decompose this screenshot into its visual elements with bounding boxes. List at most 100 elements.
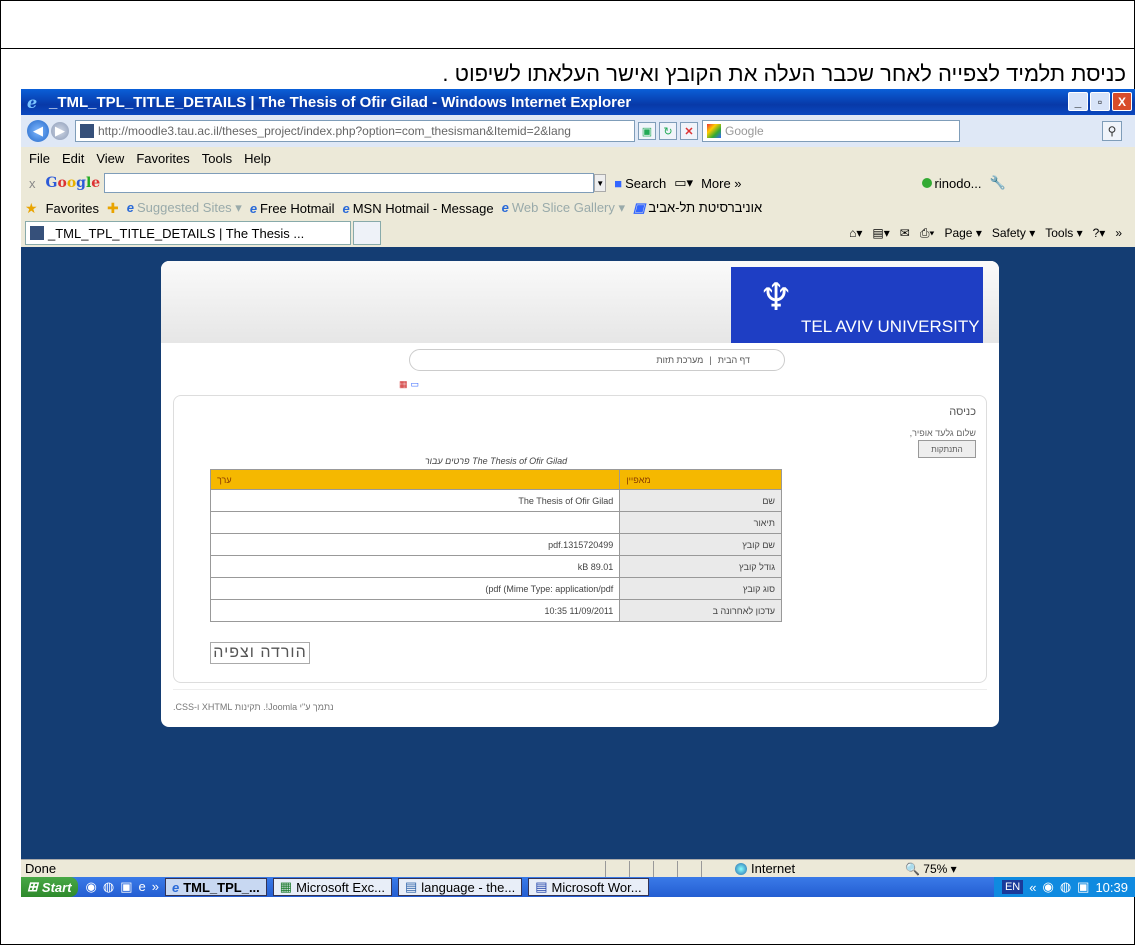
help-icon[interactable]: ?▾ bbox=[1093, 226, 1106, 240]
page-viewport: ♆ TEL AVIV UNIVERSITY דף הבית | מערכת תז… bbox=[21, 247, 1135, 859]
cmd-page[interactable]: Page ▾ bbox=[944, 226, 981, 240]
title-bar: e _TML_TPL_TITLE_DETAILS | The Thesis of… bbox=[21, 89, 1135, 115]
status-bar: Done Internet 🔍 75% ▾ bbox=[21, 859, 1135, 877]
search-box[interactable]: Google bbox=[702, 120, 960, 142]
maximize-button[interactable]: ▫ bbox=[1090, 92, 1110, 111]
google-search-button[interactable]: ■ Search bbox=[614, 176, 666, 191]
language-indicator[interactable]: EN bbox=[1001, 880, 1024, 894]
cmd-safety[interactable]: Safety ▾ bbox=[992, 226, 1035, 240]
menu-file[interactable]: File bbox=[29, 151, 50, 166]
menu-edit[interactable]: Edit bbox=[62, 151, 84, 166]
menu-view[interactable]: View bbox=[96, 151, 124, 166]
back-button[interactable]: ◀ bbox=[27, 120, 49, 142]
home-icon[interactable]: ⌂▾ bbox=[849, 226, 862, 240]
quicklaunch-icon[interactable]: ▣ bbox=[120, 879, 132, 895]
address-bar[interactable]: http://moodle3.tau.ac.il/theses_project/… bbox=[75, 120, 635, 142]
forward-button[interactable]: ▶ bbox=[51, 122, 69, 140]
tray-expand-icon[interactable]: « bbox=[1029, 880, 1036, 895]
user-account[interactable]: rinodo... bbox=[921, 176, 982, 191]
table-row: 10:35 11/09/2011 עדכון לאחרונה ב bbox=[209, 599, 782, 622]
task-ie[interactable]: e TML_TPL_... bbox=[164, 878, 267, 896]
task-word[interactable]: ▤ Microsoft Wor... bbox=[528, 878, 649, 896]
print-icon[interactable]: ⎙▾ bbox=[920, 226, 935, 241]
close-button[interactable]: X bbox=[1112, 92, 1132, 111]
logout-button[interactable]: התנתקות bbox=[918, 440, 976, 458]
zone-indicator: Internet bbox=[735, 861, 895, 876]
compatibility-icon[interactable]: ▣ bbox=[638, 122, 656, 140]
overflow-icon[interactable]: » bbox=[1115, 226, 1122, 240]
favorites-star-icon: ★ bbox=[25, 199, 38, 216]
ie-icon: e bbox=[171, 879, 180, 895]
task-language[interactable]: ▤ language - the... bbox=[397, 878, 523, 896]
menu-bar: File Edit View Favorites Tools Help bbox=[21, 147, 1135, 169]
fav-msn-hotmail[interactable]: e MSN Hotmail - Message bbox=[342, 201, 493, 216]
status-text: Done bbox=[25, 861, 57, 876]
windows-logo-icon: ⊞ bbox=[27, 879, 38, 894]
fav-suggested-sites[interactable]: e Suggested Sites ▾ bbox=[127, 200, 242, 216]
taskbar: ⊞ Start ◉ ◍ ▣ e » e TML_TPL_... ▦ Microsof… bbox=[21, 877, 1135, 897]
nav-theses[interactable]: מערכת תזות bbox=[656, 355, 703, 365]
google-toolbar: x Google ▼ ■ Search ▭▾ More » rinodo... … bbox=[21, 169, 1135, 197]
feeds-icon[interactable]: ▤▾ bbox=[872, 226, 889, 240]
window-controls: _ ▫ X bbox=[1068, 92, 1132, 111]
new-tab-button[interactable] bbox=[353, 221, 381, 245]
status-dot-icon bbox=[921, 178, 932, 188]
wrench-icon[interactable]: 🔧 bbox=[990, 175, 1006, 191]
popup-blocker-icon[interactable]: ▭▾ bbox=[674, 175, 693, 191]
cmd-tools[interactable]: Tools ▾ bbox=[1045, 226, 1082, 240]
tab-favicon-icon bbox=[30, 226, 44, 240]
fav-web-slice-gallery[interactable]: e Web Slice Gallery ▾ bbox=[502, 200, 625, 216]
table-header-row: ערך מאפיין bbox=[209, 469, 782, 490]
details-title: פרטים עבור The Thesis of Ofir Gilad bbox=[424, 456, 568, 466]
google-logo: Google bbox=[45, 175, 101, 191]
start-button[interactable]: ⊞ Start bbox=[21, 877, 78, 897]
quicklaunch-icon[interactable]: ◉ bbox=[86, 879, 97, 895]
add-favorite-icon[interactable]: ✚ bbox=[107, 200, 119, 217]
site-nav: דף הבית | מערכת תזות bbox=[409, 349, 785, 371]
google-icon bbox=[707, 124, 721, 138]
login-greeting: שלום גלעד אופיר, bbox=[909, 428, 976, 438]
browser-tab-active[interactable]: _TML_TPL_TITLE_DETAILS | The Thesis ... bbox=[25, 221, 351, 245]
uk-flag-icon[interactable]: ▦ bbox=[399, 379, 408, 389]
search-placeholder: Google bbox=[725, 124, 764, 138]
mail-icon[interactable]: ✉ bbox=[900, 226, 910, 240]
task-excel[interactable]: ▦ Microsoft Exc... bbox=[272, 878, 392, 896]
favorites-label[interactable]: Favorites bbox=[46, 201, 99, 216]
header-attribute: מאפיין bbox=[619, 469, 782, 490]
chevron-down-icon[interactable]: ▼ bbox=[594, 174, 607, 192]
menu-help[interactable]: Help bbox=[244, 151, 271, 166]
google-icon: ■ bbox=[614, 175, 623, 191]
google-toolbar-input[interactable] bbox=[104, 173, 595, 193]
menu-favorites[interactable]: Favorites bbox=[136, 151, 189, 166]
tray-app-icon[interactable]: ▣ bbox=[1077, 879, 1089, 895]
toolbar-close-icon[interactable]: x bbox=[29, 176, 36, 191]
clock: 10:39 bbox=[1095, 879, 1128, 895]
tray-app-icon[interactable]: ◉ bbox=[1042, 879, 1053, 895]
folder-icon: ▤ bbox=[404, 879, 418, 894]
table-row: pdf.1315720499 שם קובץ bbox=[209, 533, 782, 556]
fav-tau[interactable]: ▣ אוניברסיטת תל-אביב bbox=[633, 200, 762, 216]
search-icon[interactable]: ⚲ bbox=[1102, 121, 1122, 141]
content-box: כניסה שלום גלעד אופיר, התנתקות פרטים עבו… bbox=[173, 395, 987, 683]
fav-free-hotmail[interactable]: e Free Hotmail bbox=[250, 201, 335, 216]
zoom-control[interactable]: 🔍 75% ▾ bbox=[905, 862, 957, 876]
quicklaunch-icon[interactable]: ◍ bbox=[103, 879, 114, 895]
site-header: ♆ TEL AVIV UNIVERSITY bbox=[161, 261, 999, 343]
caption-text: כניסת תלמיד לצפייה לאחר שכבר העלה את הקו… bbox=[442, 61, 1126, 86]
download-view-button[interactable]: הורדה וצפיה bbox=[210, 642, 310, 664]
more-button[interactable]: More » bbox=[701, 176, 741, 191]
tau-logo[interactable]: ♆ TEL AVIV UNIVERSITY bbox=[731, 267, 983, 343]
tray-app-icon[interactable]: ◍ bbox=[1060, 879, 1071, 895]
table-row: (pdf (Mime Type: application/pdf סוג קוב… bbox=[209, 577, 782, 600]
ie-logo-icon: e bbox=[27, 93, 38, 112]
stop-icon[interactable]: ✕ bbox=[680, 122, 698, 140]
system-tray: EN « ◉ ◍ ▣ 10:39 bbox=[993, 877, 1135, 897]
israel-flag-icon[interactable]: ▭ bbox=[411, 379, 420, 389]
refresh-icon[interactable]: ↻ bbox=[659, 122, 677, 140]
nav-home[interactable]: דף הבית bbox=[718, 355, 750, 365]
menu-tools[interactable]: Tools bbox=[202, 151, 232, 166]
table-row: kB 89.01 גודל קובץ bbox=[209, 555, 782, 578]
overflow-icon[interactable]: » bbox=[152, 879, 159, 895]
quicklaunch-icon[interactable]: e bbox=[139, 879, 146, 895]
minimize-button[interactable]: _ bbox=[1068, 92, 1088, 111]
